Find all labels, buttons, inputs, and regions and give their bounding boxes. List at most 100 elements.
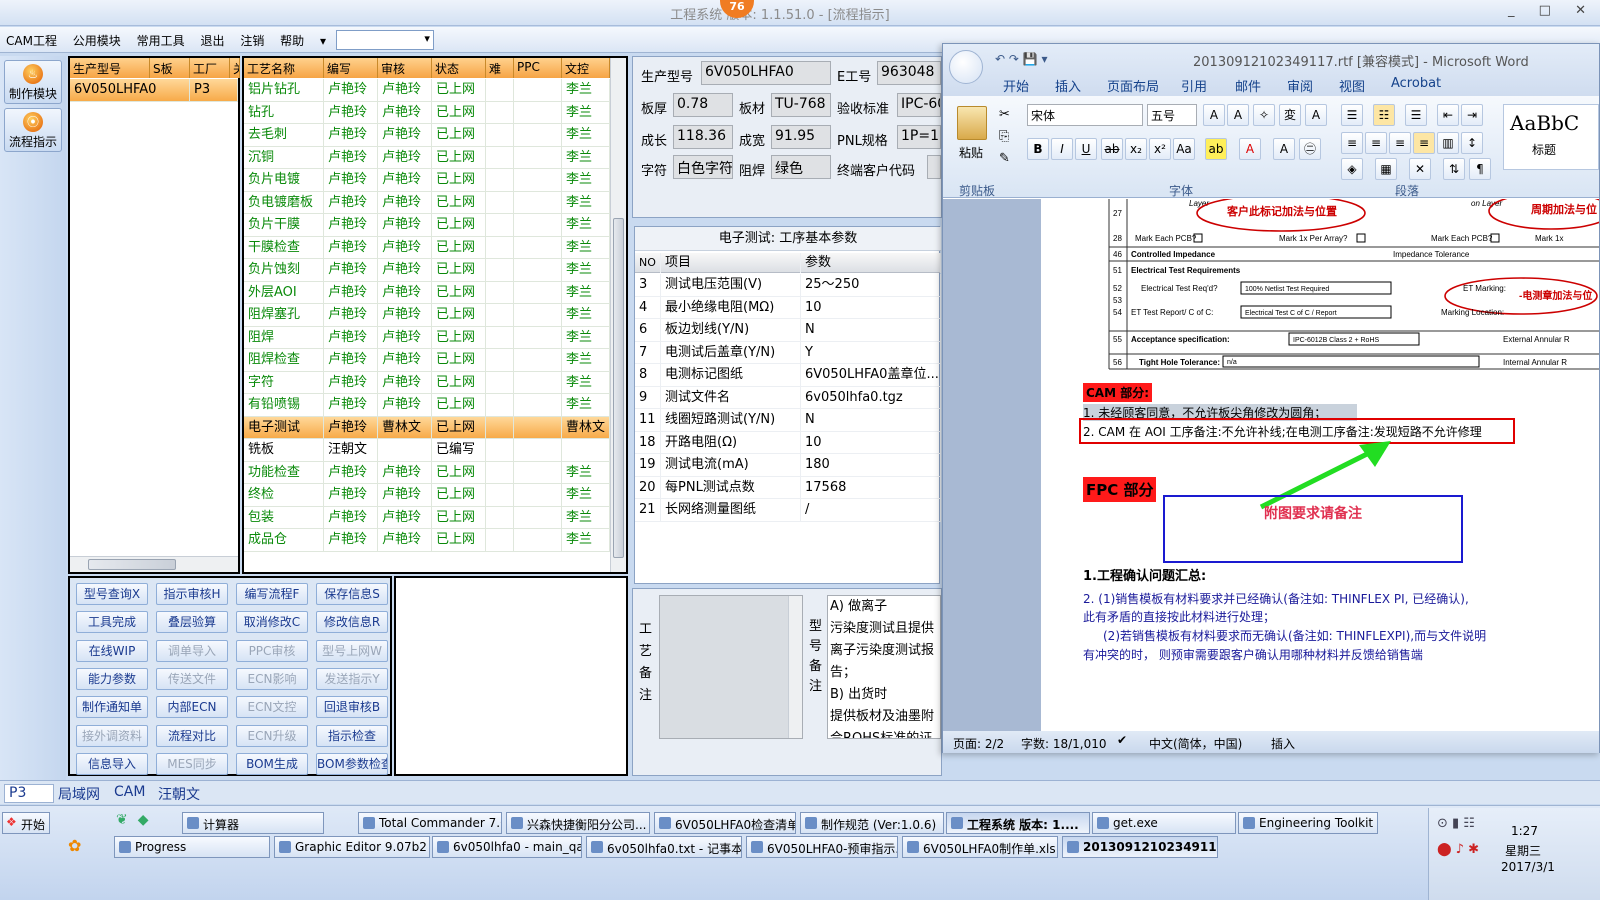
increase-indent-icon[interactable]: ⇥ <box>1461 104 1483 126</box>
action-button[interactable]: 在线WIP <box>76 639 148 662</box>
action-button[interactable]: 发送指示Y <box>316 667 388 690</box>
char-border-icon[interactable]: A <box>1305 104 1327 126</box>
taskbar-item[interactable]: 兴森快捷衡阳分公司... <box>506 812 650 834</box>
taskbar-item[interactable]: Engineering Toolkit 9.... <box>1238 812 1378 834</box>
action-button[interactable]: 流程对比 <box>156 724 228 747</box>
table-row[interactable]: 去毛刺 卢艳玲 卢艳玲 已上网 李兰 <box>244 124 610 147</box>
thick-field[interactable]: 0.78 <box>673 93 733 117</box>
word-tab-layout[interactable]: 页面布局 <box>1107 76 1159 95</box>
office-button-icon[interactable] <box>949 50 983 84</box>
action-button[interactable]: BOM参数检查 <box>316 752 388 775</box>
action-button[interactable]: 型号上网W <box>316 639 388 662</box>
action-button[interactable]: 工具完成 <box>76 611 148 634</box>
pnl-field[interactable]: 1P=12 <box>897 125 941 149</box>
table-row[interactable]: 8 电测标记图纸 6V050LHFA0盖章位... <box>635 364 941 387</box>
menu-common-module[interactable]: 公用模块 <box>67 27 127 49</box>
action-button[interactable]: 取消修改C <box>236 611 308 634</box>
table-row[interactable]: 负片蚀刻 卢艳玲 卢艳玲 已上网 李兰 <box>244 259 610 282</box>
table-row[interactable]: 阻焊 卢艳玲 卢艳玲 已上网 李兰 <box>244 326 610 349</box>
table-row[interactable]: 负片干膜 卢艳玲 卢艳玲 已上网 李兰 <box>244 214 610 237</box>
action-button[interactable]: 指示检查 <box>316 724 388 747</box>
table-row[interactable]: 19 测试电流(mA) 180 <box>635 454 941 477</box>
action-button[interactable]: 接外调资料 <box>76 724 148 747</box>
justify-icon[interactable]: ≡ <box>1413 132 1435 154</box>
enclose-char-icon[interactable]: ㊁ <box>1299 138 1321 160</box>
table-row[interactable]: 20 每PNL测试点数 17568 <box>635 476 941 499</box>
table-row[interactable]: 9 测试文件名 6v050lhfa0.tgz <box>635 386 941 409</box>
table-row[interactable]: 终检 卢艳玲 卢艳玲 已上网 李兰 <box>244 484 610 507</box>
col-doc-control[interactable]: 文控 <box>562 58 610 78</box>
col-sboard[interactable]: S板 <box>150 58 190 78</box>
table-row[interactable]: 字符 卢艳玲 卢艳玲 已上网 李兰 <box>244 371 610 394</box>
taskbar-item[interactable]: 6V050LHFA0检查清单 <box>654 812 796 834</box>
process-vscroll[interactable] <box>610 58 626 572</box>
bullets-icon[interactable]: ☰ <box>1341 104 1363 126</box>
col-reviewer[interactable]: 审核 <box>378 58 432 78</box>
scroll-thumb[interactable] <box>88 559 176 570</box>
col-writer[interactable]: 编写 <box>324 58 378 78</box>
action-button[interactable]: 编写流程F <box>236 583 308 605</box>
taskbar-item[interactable]: Progress <box>114 836 270 858</box>
action-button[interactable]: 保存信息S <box>316 583 388 605</box>
table-row[interactable]: 6V050LHFA0 P3 <box>70 79 238 102</box>
word-tab-mailings[interactable]: 邮件 <box>1235 76 1261 95</box>
table-row[interactable]: 负电镀磨板 卢艳玲 卢艳玲 已上网 李兰 <box>244 191 610 214</box>
window-controls[interactable]: _ □ ✕ <box>1508 3 1596 18</box>
model-note-box[interactable]: A) 做离子 污染度测试且提供 离子污染度测试报 告； B) 出货时 提供板材及油墨附 合R… <box>827 595 941 739</box>
status-words[interactable]: 字数: 18/1,010 <box>1021 735 1107 752</box>
status-insert[interactable]: 插入 <box>1271 735 1295 752</box>
factory-select[interactable]: P3 <box>4 784 54 803</box>
col-param[interactable]: 参数 <box>801 253 941 273</box>
multilevel-icon[interactable]: ☰ <box>1405 104 1427 126</box>
action-button[interactable]: BOM生成 <box>236 752 308 775</box>
change-case-icon[interactable]: Aa <box>1173 138 1195 160</box>
table-row[interactable]: 7 电测试后盖章(Y/N) Y <box>635 341 941 364</box>
col-difficulty[interactable]: 难 <box>486 58 514 78</box>
menu-combo[interactable] <box>335 30 434 50</box>
menu-help[interactable]: 帮助 <box>274 27 310 49</box>
status-lan[interactable]: 局域网 <box>58 784 100 804</box>
table-row[interactable]: 钻孔 卢艳玲 卢艳玲 已上网 李兰 <box>244 101 610 124</box>
proc-note-box[interactable] <box>659 595 803 739</box>
taskbar-item[interactable]: get.exe <box>1092 812 1236 834</box>
std-field[interactable]: IPC-60 <box>897 93 941 117</box>
table-row[interactable]: 功能检查 卢艳玲 卢艳玲 已上网 李兰 <box>244 461 610 484</box>
distribute-icon[interactable]: ▥ <box>1437 132 1459 154</box>
status-page[interactable]: 页面: 2/2 <box>953 735 1004 752</box>
table-row[interactable]: 21 长网络测量图纸 / <box>635 499 941 522</box>
wid-field[interactable]: 91.95 <box>771 125 831 149</box>
borders-icon[interactable]: ▦ <box>1375 158 1397 180</box>
col-extra[interactable]: 关 <box>230 58 240 78</box>
col-process-name[interactable]: 工艺名称 <box>244 58 324 78</box>
table-row[interactable]: 有铅喷锡 卢艳玲 卢艳玲 已上网 李兰 <box>244 394 610 417</box>
highlight-icon[interactable]: ab <box>1205 138 1227 160</box>
col-ppc[interactable]: PPC <box>514 58 562 78</box>
tray-icons-2[interactable]: ⬤ ♪ ✱ <box>1437 842 1479 857</box>
action-button[interactable]: 回退审核B <box>316 696 388 719</box>
font-name-select[interactable]: 宋体 <box>1027 104 1143 126</box>
shrink-font-icon[interactable]: A <box>1227 104 1249 126</box>
mask-field[interactable]: 绿色 <box>771 155 831 179</box>
table-row[interactable]: 18 开路电阻(Ω) 10 <box>635 431 941 454</box>
subscript-icon[interactable]: x₂ <box>1125 138 1147 160</box>
action-button[interactable]: 信息导入 <box>76 752 148 775</box>
len-field[interactable]: 118.36 <box>673 125 733 149</box>
table-row[interactable]: 铣板 汪朝文 已编写 <box>244 439 610 462</box>
start-button[interactable]: ❖ 开始 <box>2 812 50 834</box>
asian-layout-icon[interactable]: ✕ <box>1409 158 1431 180</box>
table-row[interactable]: 铝片钻孔 卢艳玲 卢艳玲 已上网 李兰 <box>244 79 610 102</box>
tray-icons[interactable]: ⊙ ▮ ☷ <box>1437 816 1475 831</box>
taskbar-item[interactable]: 20130912102349117.... <box>1062 836 1218 858</box>
char-shading-icon[interactable]: A <box>1273 138 1295 160</box>
style-gallery[interactable]: AaBbC 标题 <box>1503 104 1599 170</box>
menu-cam[interactable]: CAM工程 <box>0 27 63 49</box>
col-item[interactable]: 项目 <box>661 253 801 273</box>
action-button[interactable]: MES同步 <box>156 752 228 775</box>
align-right-icon[interactable]: ≡ <box>1389 132 1411 154</box>
table-row[interactable]: 6 板边划线(Y/N) N <box>635 319 941 342</box>
menu-overflow[interactable]: ▾ <box>314 29 332 48</box>
taskbar-item[interactable]: 计算器 <box>182 812 324 834</box>
taskbar-item[interactable]: Graphic Editor 9.07b2 (0... <box>274 836 430 858</box>
menu-tools[interactable]: 常用工具 <box>131 27 191 49</box>
font-size-select[interactable]: 五号 <box>1147 104 1197 126</box>
